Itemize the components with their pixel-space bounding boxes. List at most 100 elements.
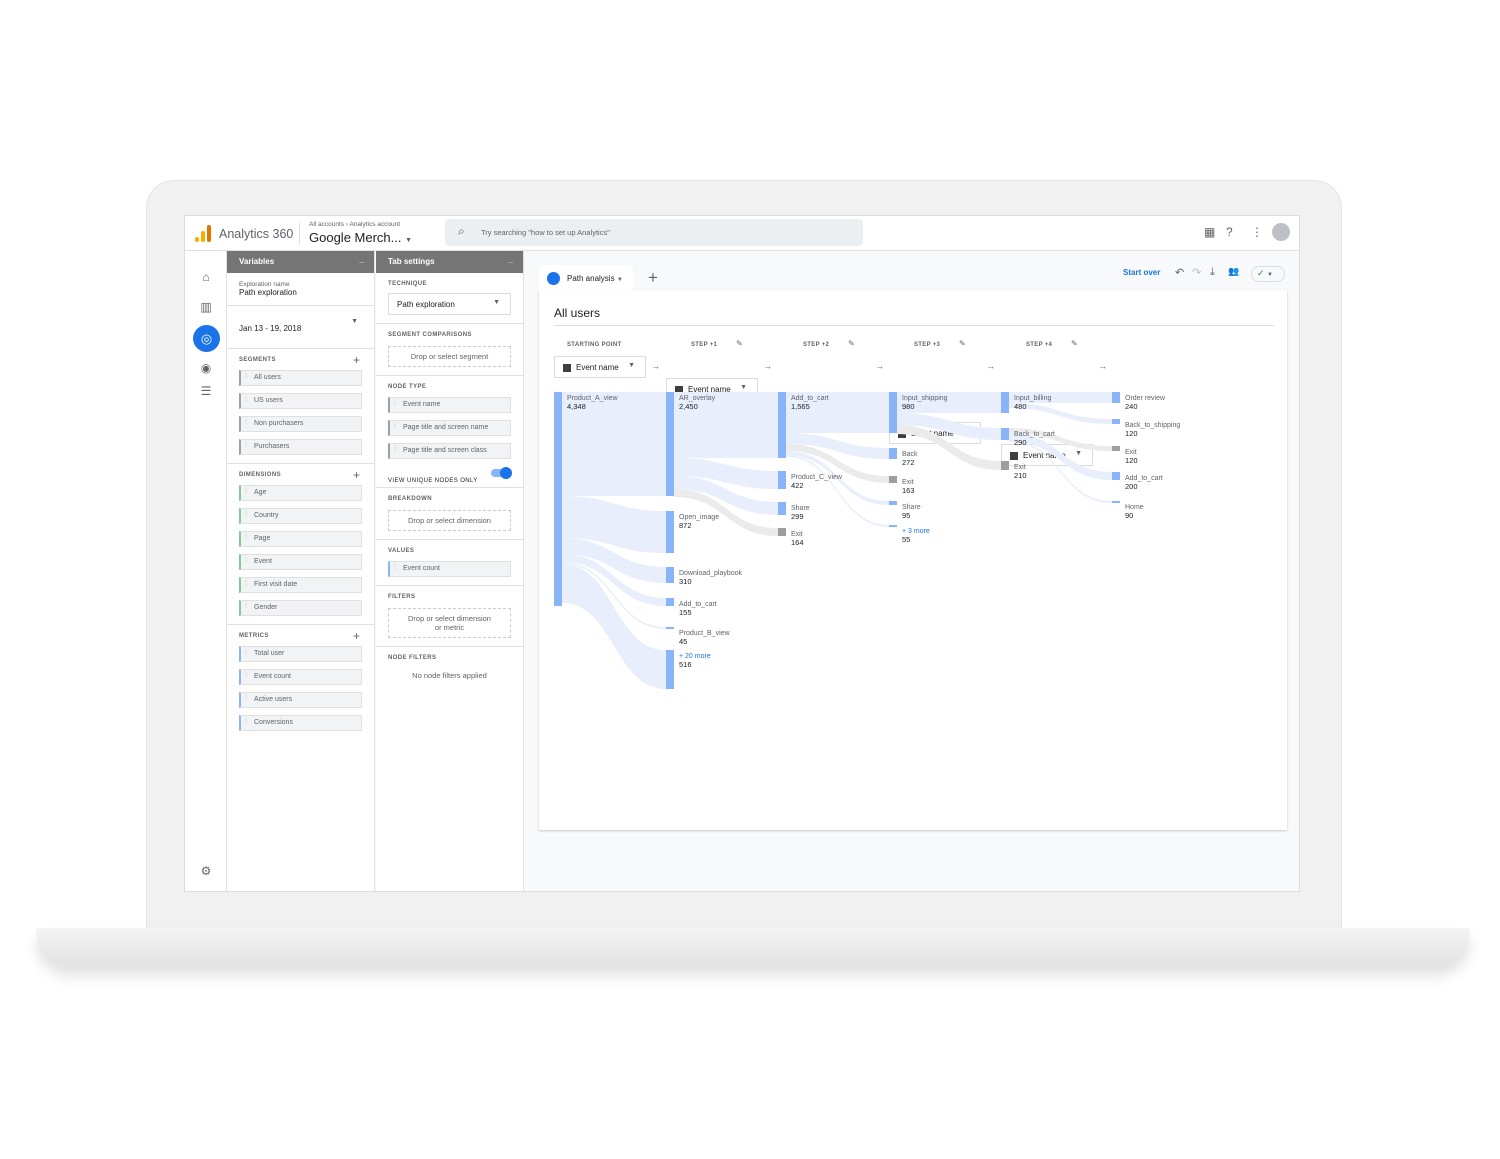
path-node[interactable] xyxy=(778,392,786,458)
dimension-chip[interactable]: First visit date xyxy=(239,577,362,593)
path-node[interactable] xyxy=(889,501,897,505)
dimension-chip[interactable]: Page xyxy=(239,531,362,547)
node-label: Back_to_shipping 120 xyxy=(1125,422,1180,438)
configure-icon[interactable]: ☰ xyxy=(198,384,214,398)
metric-chip[interactable]: Total user xyxy=(239,646,362,662)
avatar[interactable] xyxy=(1272,223,1290,241)
metric-chip[interactable]: Conversions xyxy=(239,715,362,731)
path-node[interactable] xyxy=(1112,446,1120,451)
status-check-button[interactable]: ✓ ▼ xyxy=(1251,266,1285,282)
node-value: 4,348 xyxy=(567,402,586,411)
more-vert-icon[interactable]: ⋮ xyxy=(1251,225,1263,239)
more-nodes-link[interactable]: + 3 more xyxy=(902,528,930,535)
node-name: Exit xyxy=(1014,464,1026,471)
breakdown-drop-zone[interactable]: Drop or select dimension xyxy=(388,510,511,531)
segment-chip[interactable]: All users xyxy=(239,370,362,386)
reports-icon[interactable]: ▥ xyxy=(198,300,214,314)
segment-chip[interactable]: US users xyxy=(239,393,362,409)
caret-down-icon: ▼ xyxy=(616,277,623,283)
share-users-icon[interactable]: 👥 xyxy=(1228,266,1239,277)
node-label: Add_to_cart 155 xyxy=(679,601,717,617)
account-selector[interactable]: Google Merch... ▼ xyxy=(309,230,412,245)
filters-drop-zone[interactable]: Drop or select dimension or metric xyxy=(388,608,511,638)
settings-gear-icon[interactable]: ⚙ xyxy=(198,864,214,878)
node-label[interactable]: + 3 more 55 xyxy=(902,528,930,544)
metric-chip[interactable]: Event count xyxy=(239,669,362,685)
unique-nodes-toggle[interactable] xyxy=(491,467,512,479)
tab-path-analysis[interactable]: Path analysis ▼ xyxy=(539,265,633,290)
node-type-section: NODE TYPE Event name Page title and screen… xyxy=(376,376,523,488)
metric-chip[interactable]: Active users xyxy=(239,692,362,708)
path-node[interactable] xyxy=(889,476,897,483)
technique-select[interactable]: Path exploration ▼ xyxy=(388,293,511,315)
path-node[interactable] xyxy=(1001,392,1009,413)
home-icon[interactable]: ⌂ xyxy=(198,270,214,284)
breadcrumb[interactable]: All accounts › Analytics account xyxy=(309,221,400,228)
node-label: Add_to_cart 1,565 xyxy=(791,395,829,411)
segment-chip[interactable]: Purchasers xyxy=(239,439,362,455)
node-value: 310 xyxy=(679,577,692,586)
redo-icon[interactable]: ↷ xyxy=(1192,266,1201,279)
path-node[interactable] xyxy=(1112,472,1120,480)
path-node[interactable] xyxy=(778,528,786,536)
search-bar[interactable]: ⌕ Try searching "how to set up Analytics" xyxy=(445,219,863,246)
dimension-chip[interactable]: Gender xyxy=(239,600,362,616)
exploration-name[interactable]: Exploration name Path exploration xyxy=(227,273,374,306)
date-range-picker[interactable]: Jan 13 - 19, 2018 ▼ xyxy=(227,306,374,349)
node-label[interactable]: + 20 more 516 xyxy=(679,653,711,669)
dimension-chip[interactable]: Country xyxy=(239,508,362,524)
node-name: Exit xyxy=(1125,449,1137,456)
path-node[interactable] xyxy=(1001,428,1009,440)
path-node[interactable] xyxy=(554,392,562,606)
node-type-chip[interactable]: Page title and screen class xyxy=(388,443,511,459)
node-label: Back 272 xyxy=(902,451,918,467)
node-label: Exit 210 xyxy=(1014,464,1027,480)
node-label: Share 299 xyxy=(791,505,810,521)
path-node[interactable] xyxy=(666,598,674,606)
dimension-chip[interactable]: Event xyxy=(239,554,362,570)
path-node[interactable] xyxy=(666,567,674,583)
path-node[interactable] xyxy=(889,525,897,527)
minimize-icon[interactable]: _ xyxy=(509,255,513,264)
node-type-chip[interactable]: Event name xyxy=(388,397,511,413)
add-icon[interactable]: + xyxy=(353,468,360,482)
help-icon[interactable]: ? xyxy=(1226,225,1233,239)
minimize-icon[interactable]: _ xyxy=(360,255,364,264)
start-over-button[interactable]: Start over xyxy=(1123,268,1160,277)
add-tab-icon[interactable]: + xyxy=(648,268,658,288)
add-icon[interactable]: + xyxy=(353,353,360,367)
search-input[interactable]: Try searching "how to set up Analytics" xyxy=(481,228,610,237)
path-node[interactable] xyxy=(889,448,897,459)
download-icon[interactable]: ⤓ xyxy=(1210,266,1215,279)
path-node[interactable] xyxy=(1112,501,1120,503)
analytics-logo xyxy=(195,225,211,242)
path-node[interactable] xyxy=(1001,461,1009,470)
node-type-chip[interactable]: Page title and screen name xyxy=(388,420,511,436)
path-node[interactable] xyxy=(1112,392,1120,403)
top-bar: Analytics 360 All accounts › Analytics a… xyxy=(185,216,1299,251)
path-node[interactable] xyxy=(666,650,674,689)
segment-chip[interactable]: Non purchasers xyxy=(239,416,362,432)
explore-icon[interactable]: ◎ xyxy=(193,325,220,352)
dimension-chip[interactable]: Age xyxy=(239,485,362,501)
node-value: 1,565 xyxy=(791,402,810,411)
section-label: NODE FILTERS xyxy=(388,655,437,661)
path-node[interactable] xyxy=(666,392,674,496)
values-section: VALUES Event count xyxy=(376,540,523,586)
path-node[interactable] xyxy=(889,392,897,433)
value-chip[interactable]: Event count xyxy=(388,561,511,577)
node-value: 155 xyxy=(679,608,692,617)
segment-drop-zone[interactable]: Drop or select segment xyxy=(388,346,511,367)
technique-section: TECHNIQUE Path exploration ▼ xyxy=(376,273,523,324)
path-node[interactable] xyxy=(1112,419,1120,424)
path-node[interactable] xyxy=(666,627,674,629)
path-node[interactable] xyxy=(778,502,786,515)
path-node[interactable] xyxy=(778,471,786,489)
undo-icon[interactable]: ↶ xyxy=(1175,266,1184,279)
advertising-icon[interactable]: ◉ xyxy=(198,361,214,375)
path-node[interactable] xyxy=(666,511,674,553)
add-icon[interactable]: + xyxy=(353,629,360,643)
apps-grid-icon[interactable]: ▦ xyxy=(1204,225,1215,239)
exploration-name-input[interactable]: Path exploration xyxy=(239,288,362,297)
more-nodes-link[interactable]: + 20 more xyxy=(679,653,711,660)
